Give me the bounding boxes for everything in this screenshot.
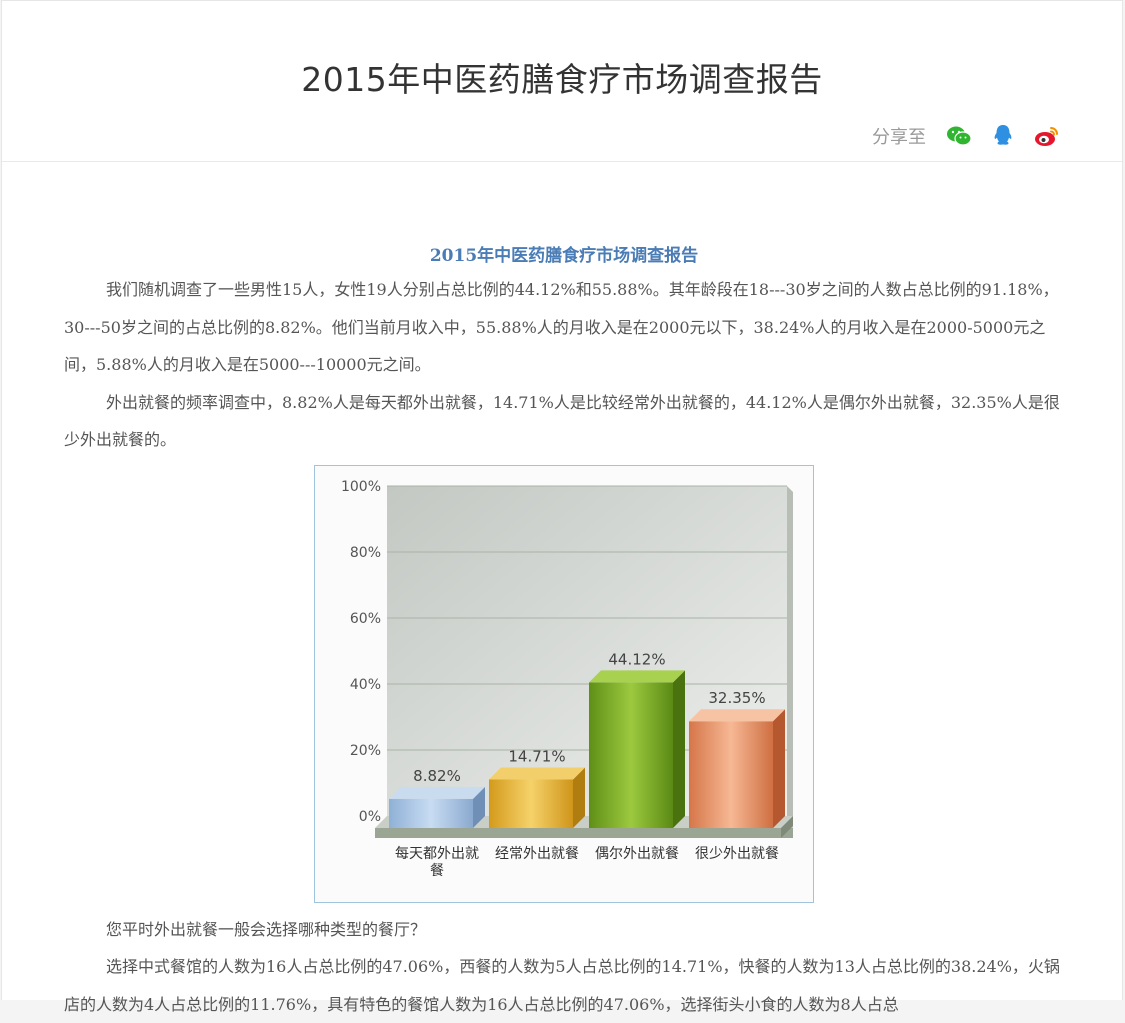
bar-side	[673, 669, 685, 828]
bar-chart: 0% 20% 40% 60% 80% 100% 8.82% 每天都外出就餐 14.71% 经常外出…	[314, 464, 814, 903]
y-tick-label: 0%	[359, 809, 381, 825]
data-label: 44.12%	[608, 650, 665, 668]
share-bar: 分享至	[872, 121, 1062, 151]
x-category-label: 很少外出就餐	[695, 846, 779, 862]
y-tick-label: 80%	[350, 545, 381, 561]
y-tick-label: 40%	[350, 677, 381, 693]
data-label: 14.71%	[508, 747, 565, 765]
bar	[389, 798, 473, 828]
x-category-label: 餐	[430, 863, 444, 879]
chart-svg: 0% 20% 40% 60% 80% 100% 8.82% 每天都外出就餐 14.71% 经常外出…	[315, 465, 813, 902]
y-tick-label: 20%	[350, 743, 381, 759]
bar	[689, 720, 773, 828]
x-category-label: 经常外出就餐	[495, 846, 579, 862]
article-title: 2015年中医药膳食疗市场调查报告	[429, 246, 699, 266]
bar	[489, 778, 573, 828]
page: 2015年中医药膳食疗市场调查报告 分享至 2015年中医药膳食疗市场调查报告 …	[1, 0, 1123, 1014]
x-category-label: 偶尔外出就餐	[595, 846, 679, 862]
chart-floor-edge	[375, 827, 793, 838]
y-tick-label: 100%	[341, 479, 381, 495]
chart-side-wall	[787, 485, 793, 822]
paragraph-question: 您平时外出就餐一般会选择哪种类型的餐厅？	[106, 919, 427, 939]
x-category-label: 每天都外出就	[395, 846, 479, 862]
data-label: 32.35%	[708, 689, 765, 707]
page-header: 2015年中医药膳食疗市场调查报告 分享至	[2, 1, 1122, 162]
share-label: 分享至	[872, 127, 926, 148]
qq-icon[interactable]	[988, 121, 1018, 151]
bar-top	[689, 708, 785, 721]
bar-side	[773, 708, 785, 828]
paragraph-restaurant-types: 选择中式餐馆的人数为16人占总比例的47.06%，西餐的人数为5人占总比例的14…	[64, 957, 1060, 1014]
bar	[589, 681, 673, 828]
y-tick-label: 60%	[350, 611, 381, 627]
paragraph-demographics: 我们随机调查了一些男性15人，女性19人分别占总比例的44.12%和55.88%…	[64, 280, 1059, 374]
page-title: 2015年中医药膳食疗市场调查报告	[301, 60, 823, 99]
article-body: 2015年中医药膳食疗市场调查报告 我们随机调查了一些男性15人，女性19人分别…	[64, 241, 1064, 1023]
bar-top	[489, 766, 585, 779]
data-label: 8.82%	[413, 766, 461, 784]
bar-top	[389, 786, 485, 799]
weibo-icon[interactable]	[1032, 121, 1062, 151]
bar-top	[589, 669, 685, 682]
wechat-icon[interactable]	[944, 121, 974, 151]
paragraph-frequency: 外出就餐的频率调查中，8.82%人是每天都外出就餐，14.71%人是比较经常外出…	[64, 392, 1060, 450]
